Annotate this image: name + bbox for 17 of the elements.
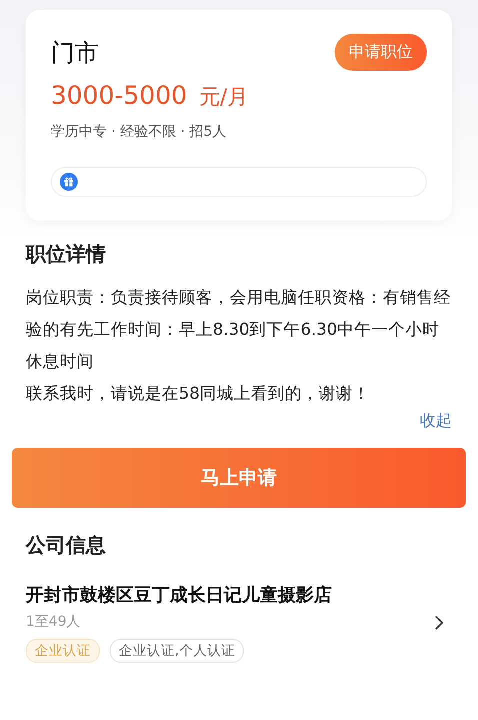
collapse-link[interactable]: 收起: [420, 410, 452, 432]
salary-unit: 元/月: [199, 84, 248, 111]
gift-icon: [60, 173, 78, 191]
job-description: 岗位职责：负责接待顾客，会用电脑任职资格：有销售经验的有先工作时间：早上8.30到下午6.30中午一个小时休息时间: [26, 287, 452, 373]
section-heading: 职位详情: [26, 241, 107, 268]
certification-tag: 企业认证: [26, 639, 100, 663]
company-name: 开封市鼓楼区豆丁成长日记儿童摄影店: [26, 584, 332, 607]
chevron-right-icon[interactable]: [434, 615, 444, 631]
job-requirements: 学历中专 · 经验不限 · 招5人: [51, 123, 228, 141]
apply-now-button[interactable]: 马上申请: [12, 448, 466, 508]
job-description: 联系我时，请说是在58同城上看到的，谢谢！: [26, 383, 371, 405]
apply-position-button[interactable]: 申请职位: [335, 34, 427, 71]
company-size: 1至49人: [26, 613, 82, 631]
section-heading: 公司信息: [26, 532, 107, 559]
certification-tag: 企业认证,个人认证: [110, 639, 244, 663]
job-title: 门市: [51, 38, 99, 68]
salary-range: 3000-5000: [51, 81, 188, 110]
